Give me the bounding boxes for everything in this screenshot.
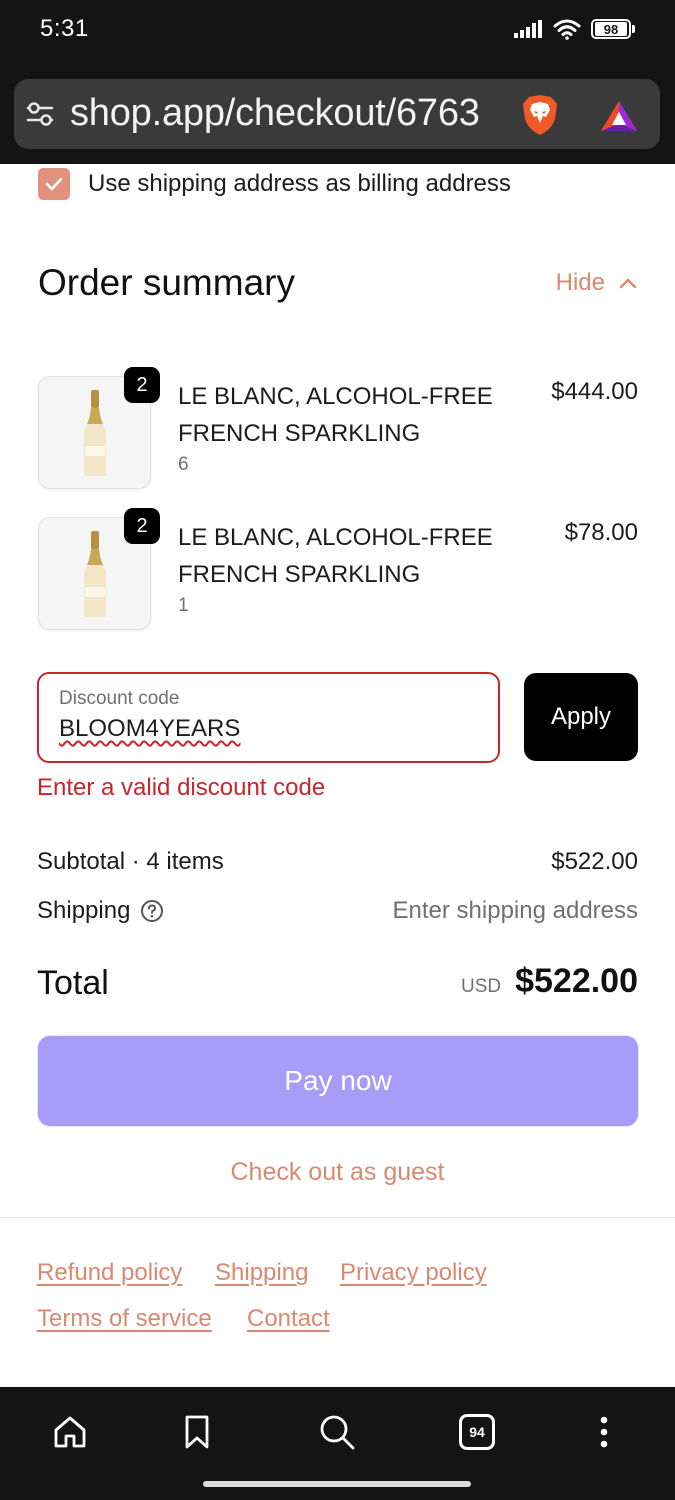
- search-button[interactable]: [314, 1409, 360, 1455]
- more-vertical-icon[interactable]: [599, 1415, 609, 1449]
- toggle-label[interactable]: Hide: [556, 269, 605, 297]
- product-price: $78.00: [564, 519, 638, 546]
- shipping-value: Enter shipping address: [392, 897, 638, 924]
- total-label: Total: [37, 964, 109, 1002]
- discount-error-message: Enter a valid discount code: [37, 774, 326, 801]
- signal-icon: [514, 20, 542, 38]
- url-bar[interactable]: shop.app/checkout/6763: [14, 79, 660, 149]
- total-currency: USD: [460, 976, 502, 997]
- url-text[interactable]: shop.app/checkout/6763: [70, 92, 502, 135]
- line-item: 2 LE BLANC, ALCOHOL-FREE FRENCH SPARKLIN…: [38, 367, 638, 491]
- terms-of-service-link[interactable]: Terms of service: [37, 1305, 212, 1333]
- browser-bottom-bar: 94: [0, 1387, 675, 1500]
- bookmark-button[interactable]: [174, 1409, 220, 1455]
- site-settings-icon[interactable]: [26, 101, 54, 127]
- order-summary-toggle[interactable]: Hide: [556, 269, 637, 297]
- shipping-row-label: Shipping: [37, 897, 164, 925]
- quantity-badge: 2: [124, 367, 160, 403]
- product-variant: 6: [178, 454, 189, 475]
- menu-button[interactable]: [581, 1409, 627, 1455]
- browser-toolbar: shop.app/checkout/6763: [0, 62, 675, 164]
- privacy-policy-link[interactable]: Privacy policy: [340, 1259, 487, 1287]
- footer-divider: [0, 1217, 675, 1218]
- checkmark-icon: [45, 177, 63, 191]
- subtotal-value: $522.00: [551, 848, 638, 875]
- wifi-icon: [553, 19, 581, 40]
- apply-discount-button[interactable]: Apply: [524, 673, 638, 761]
- home-button[interactable]: [47, 1409, 93, 1455]
- home-icon[interactable]: [52, 1414, 88, 1450]
- refund-policy-link[interactable]: Refund policy: [37, 1259, 182, 1287]
- status-icons: 98: [513, 18, 635, 40]
- brave-shields-icon[interactable]: [519, 93, 561, 137]
- battery-level: 98: [595, 22, 627, 37]
- search-icon[interactable]: [318, 1413, 356, 1451]
- bat-rewards-icon[interactable]: [599, 99, 639, 133]
- billing-same-checkbox[interactable]: [38, 168, 70, 200]
- tabs-button[interactable]: 94: [454, 1409, 500, 1455]
- chevron-up-icon[interactable]: [619, 277, 637, 289]
- billing-same-label: Use shipping address as billing address: [88, 170, 511, 197]
- tab-count[interactable]: 94: [459, 1414, 495, 1450]
- status-time: 5:31: [40, 15, 89, 42]
- billing-same-row[interactable]: Use shipping address as billing address: [38, 168, 511, 200]
- product-price: $444.00: [551, 378, 638, 405]
- order-summary-title: Order summary: [38, 262, 295, 303]
- pay-now-button[interactable]: Pay now: [38, 1036, 638, 1126]
- shipping-label: Shipping: [37, 897, 131, 924]
- line-item: 2 LE BLANC, ALCOHOL-FREE FRENCH SPARKLIN…: [38, 508, 638, 632]
- discount-code-input[interactable]: BLOOM4YEARS: [59, 715, 240, 743]
- total-amount: $522.00: [515, 962, 638, 1000]
- wine-bottle-icon: [83, 389, 106, 476]
- quantity-badge: 2: [124, 508, 160, 544]
- battery-icon: 98: [591, 19, 635, 39]
- product-name: LE BLANC, ALCOHOL-FREE FRENCH SPARKLING: [178, 383, 493, 447]
- product-variant: 1: [178, 595, 189, 616]
- checkout-as-guest-link[interactable]: Check out as guest: [0, 1158, 675, 1187]
- product-name: LE BLANC, ALCOHOL-FREE FRENCH SPARKLING: [178, 524, 493, 588]
- shipping-policy-link[interactable]: Shipping: [215, 1259, 308, 1287]
- contact-link[interactable]: Contact: [247, 1305, 330, 1333]
- status-bar: 5:31 98: [0, 0, 675, 62]
- total-value: USD $522.00: [461, 962, 638, 1001]
- discount-code-field[interactable]: Discount code BLOOM4YEARS: [37, 672, 500, 763]
- bookmark-icon[interactable]: [182, 1414, 212, 1450]
- help-icon[interactable]: [140, 899, 164, 923]
- wine-bottle-icon: [83, 530, 106, 617]
- gesture-home-indicator[interactable]: [203, 1481, 471, 1487]
- discount-code-label: Discount code: [59, 688, 180, 709]
- subtotal-label: Subtotal · 4 items: [37, 848, 224, 875]
- checkout-page: Use shipping address as billing address …: [0, 164, 675, 1387]
